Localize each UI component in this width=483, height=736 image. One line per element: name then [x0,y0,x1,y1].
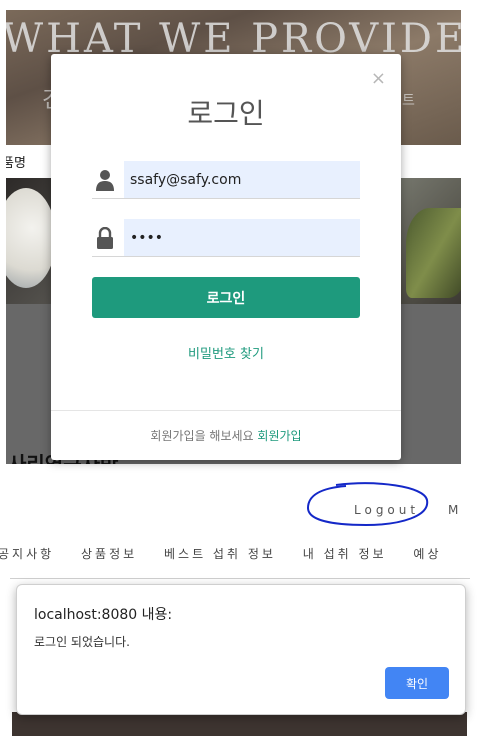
modal-footer: 회원가입을 해보세요 회원가입 [51,410,401,460]
main-nav: 공지사항 상품정보 베스트 섭취 정보 내 섭취 정보 예상 [0,545,462,562]
hero-subtitle-right: 트 [402,93,415,109]
email-input[interactable] [124,161,360,198]
nav-item-product-info[interactable]: 상품정보 [81,547,137,561]
plate-image [6,188,56,288]
password-field [92,219,360,257]
nav-item-notice[interactable]: 공지사항 [0,547,54,561]
cut-off-menu-item[interactable]: M [448,503,458,517]
nav-divider [10,578,470,579]
password-input[interactable] [124,219,360,256]
signup-link[interactable]: 회원가입 [257,429,301,443]
find-password-link[interactable]: 비밀번호 찾기 [51,343,401,362]
alert-message: 로그인 되었습니다. [34,635,130,649]
login-button[interactable]: 로그인 [92,277,360,318]
browser-alert-dialog: localhost:8080 내용: 로그인 되었습니다. 확인 [16,584,466,715]
logout-link[interactable]: Logout [354,503,419,517]
background-image-strip [12,712,467,736]
footer-text: 회원가입을 해보세요 [150,429,254,443]
ok-button[interactable]: 확인 [385,667,449,699]
nav-item-my-intake[interactable]: 내 섭취 정보 [303,547,387,561]
greens-image [406,208,461,298]
email-field [92,161,360,199]
nav-item-best-intake[interactable]: 베스트 섭취 정보 [164,547,276,561]
modal-title: 로그인 [187,97,265,130]
alert-title: localhost:8080 내용: [34,607,173,623]
login-modal: × 로그인 로그인 비밀번호 찾기 회원가입을 해보세요 회원가입 [51,54,401,460]
user-icon [96,170,114,191]
footer-text-container: 회원가입을 해보세요 회원가입 [51,427,401,444]
nav-item-forecast[interactable]: 예상 [413,547,441,561]
close-icon[interactable]: × [371,68,386,89]
filter-label: 품명 [6,156,26,171]
lock-icon [97,227,113,249]
